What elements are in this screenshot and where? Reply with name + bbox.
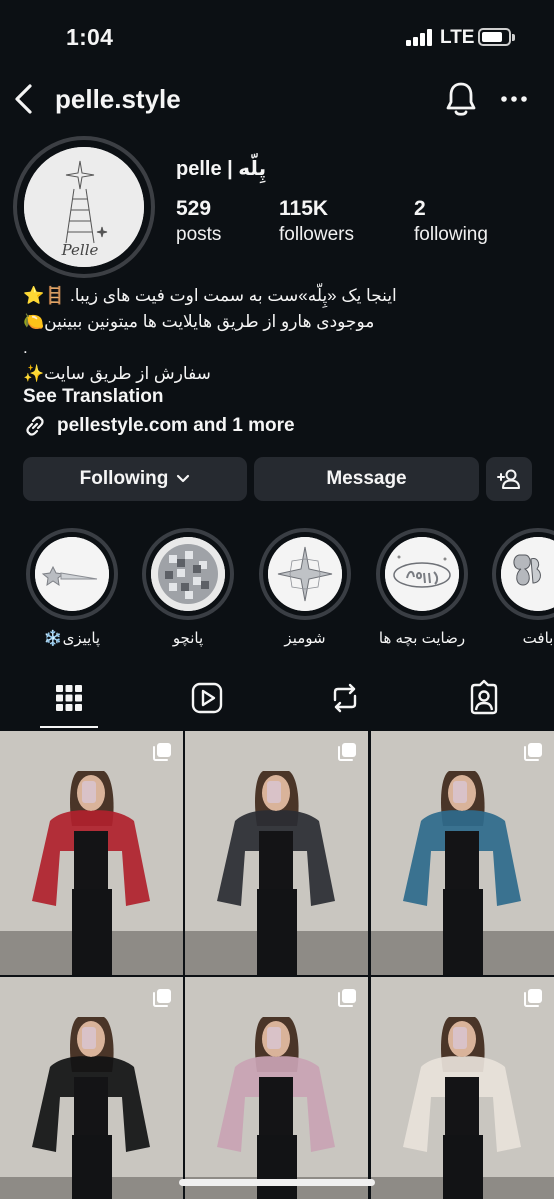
stat-label: following: [414, 224, 488, 245]
stat-following[interactable]: 2 following: [414, 197, 488, 246]
more-icon[interactable]: [500, 86, 528, 112]
stat-posts[interactable]: 529 posts: [176, 197, 221, 246]
profile-link[interactable]: pellestyle.com and 1 more: [23, 413, 295, 439]
post-thumbnail[interactable]: [185, 731, 368, 975]
header-username: pelle.style: [55, 84, 181, 114]
status-time: 1:04: [66, 24, 114, 50]
avatar-logo-text: Pelle: [61, 241, 99, 259]
carousel-icon: [522, 741, 544, 763]
battery-icon: [478, 28, 515, 46]
grid-icon[interactable]: [49, 678, 89, 718]
profile-tabs: [0, 670, 554, 730]
home-indicator: [179, 1179, 375, 1186]
post-thumbnail[interactable]: [0, 731, 183, 975]
back-chevron-icon[interactable]: [10, 82, 38, 116]
display-name: pelle | پِلّه: [176, 158, 267, 180]
posts-grid: [0, 731, 554, 1199]
carousel-icon: [336, 741, 358, 763]
bio-line: سفارش از طریق سایت✨: [23, 364, 211, 383]
post-thumbnail[interactable]: [371, 731, 554, 975]
carousel-icon: [336, 987, 358, 1009]
network-label: LTE: [440, 27, 475, 48]
link-text: pellestyle.com and 1 more: [57, 415, 295, 436]
active-tab-indicator: [40, 726, 98, 728]
bio-line: اینجا یک «پِلّه»ست به سمت اوت فیت های زی…: [23, 286, 397, 305]
reposts-icon[interactable]: [325, 678, 365, 718]
message-button[interactable]: Message: [254, 457, 479, 501]
sparkle-star-icon: [268, 537, 342, 611]
happy-text-icon: [385, 537, 459, 611]
stat-value: 2: [414, 197, 426, 220]
disco-ball-icon: [151, 537, 225, 611]
post-thumbnail[interactable]: [0, 977, 183, 1199]
post-photo: [371, 731, 554, 975]
post-photo: [0, 731, 183, 975]
bio-line: .: [23, 338, 28, 357]
signal-icon: [406, 29, 434, 46]
highlight-item[interactable]: رضایت بچه ها: [376, 528, 468, 647]
tagged-icon[interactable]: [464, 678, 504, 718]
message-label: Message: [326, 468, 407, 489]
carousel-icon: [151, 987, 173, 1009]
post-photo: [0, 977, 183, 1199]
bio-line: موجودی هارو از طریق هایلایت ها میتونین ب…: [23, 312, 375, 331]
highlight-label: رضایت بچه ها: [378, 630, 466, 647]
carousel-icon: [522, 987, 544, 1009]
highlight-item[interactable]: شومیز: [259, 528, 351, 647]
shooting-star-icon: [35, 537, 109, 611]
avatar[interactable]: Pelle: [13, 136, 155, 278]
highlight-label: شومیز: [284, 630, 326, 647]
stat-value: 115K: [279, 197, 329, 220]
suggest-people-button[interactable]: [486, 457, 532, 501]
see-translation-link[interactable]: See Translation: [23, 386, 163, 408]
link-icon: [26, 416, 44, 436]
highlight-label: پاییزی❄️: [43, 630, 101, 647]
stat-value: 529: [176, 197, 212, 220]
stat-label: posts: [176, 224, 222, 245]
following-label: Following: [79, 468, 169, 489]
bell-icon[interactable]: [444, 80, 478, 118]
carousel-icon: [151, 741, 173, 763]
post-photo: [371, 977, 554, 1199]
highlight-item[interactable]: بافت: [492, 528, 554, 647]
highlight-item[interactable]: پانچو: [142, 528, 234, 647]
profile-header: pelle.style: [0, 74, 554, 124]
post-thumbnail[interactable]: [185, 977, 368, 1199]
highlight-item[interactable]: پاییزی❄️: [26, 528, 118, 647]
highlight-label: پانچو: [172, 630, 204, 647]
stat-label: followers: [279, 224, 354, 245]
stat-followers[interactable]: 115K followers: [279, 197, 354, 246]
highlight-label: بافت: [522, 630, 554, 647]
chevron-down-icon: [177, 474, 190, 483]
following-button[interactable]: Following: [23, 457, 247, 501]
bio: اینجا یک «پِلّه»ست به سمت اوت فیت های زی…: [23, 283, 543, 387]
post-photo: [185, 731, 368, 975]
balloon-letters-icon: [501, 537, 554, 611]
add-person-icon: [497, 469, 520, 489]
avatar-image: Pelle: [24, 147, 144, 267]
post-thumbnail[interactable]: [371, 977, 554, 1199]
post-photo: [185, 977, 368, 1199]
status-bar: 1:04 LTE: [0, 0, 554, 74]
reels-icon[interactable]: [187, 678, 227, 718]
